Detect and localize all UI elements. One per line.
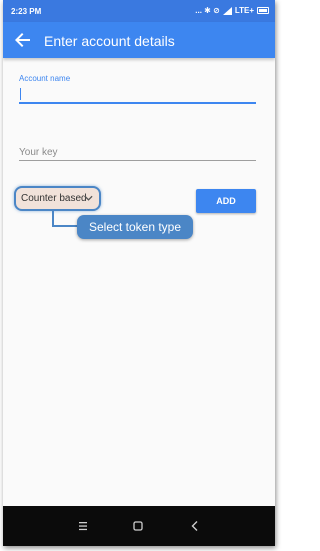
navigation-bar xyxy=(3,506,275,546)
key-field xyxy=(19,142,256,161)
callout-text: Select token type xyxy=(88,220,182,234)
network-type: LTE+ xyxy=(234,6,254,15)
account-name-field: Account name xyxy=(19,74,256,104)
callout-connector xyxy=(52,211,78,227)
signal-icon xyxy=(222,6,232,15)
home-icon[interactable] xyxy=(131,519,145,533)
app-bar: Enter account details xyxy=(3,22,275,58)
key-input[interactable] xyxy=(19,145,256,161)
token-type-dropdown[interactable]: Counter based xyxy=(14,186,101,211)
nav-back-icon[interactable] xyxy=(188,519,202,533)
page-title: Enter account details xyxy=(44,33,175,49)
status-indicators: ... ✱ ⊘ xyxy=(195,6,220,15)
chevron-down-icon xyxy=(84,195,93,201)
account-name-input[interactable] xyxy=(19,90,256,104)
status-bar: 2:23 PM ... ✱ ⊘ LTE+ xyxy=(3,0,275,22)
callout-tooltip: Select token type xyxy=(77,215,193,239)
add-button[interactable]: ADD xyxy=(196,189,256,213)
menu-icon[interactable] xyxy=(76,519,90,533)
text-cursor xyxy=(20,88,21,100)
phone-screen: 2:23 PM ... ✱ ⊘ LTE+ Enter account detai… xyxy=(3,0,275,546)
token-type-selected: Counter based xyxy=(21,193,87,204)
arrow-back-icon[interactable] xyxy=(11,28,35,52)
form-content: Account name Counter based ADD Select to… xyxy=(3,58,275,506)
status-time: 2:23 PM xyxy=(11,7,42,16)
status-icons: ... ✱ ⊘ LTE+ xyxy=(195,6,269,15)
account-name-label: Account name xyxy=(19,74,71,83)
battery-icon xyxy=(257,7,269,14)
